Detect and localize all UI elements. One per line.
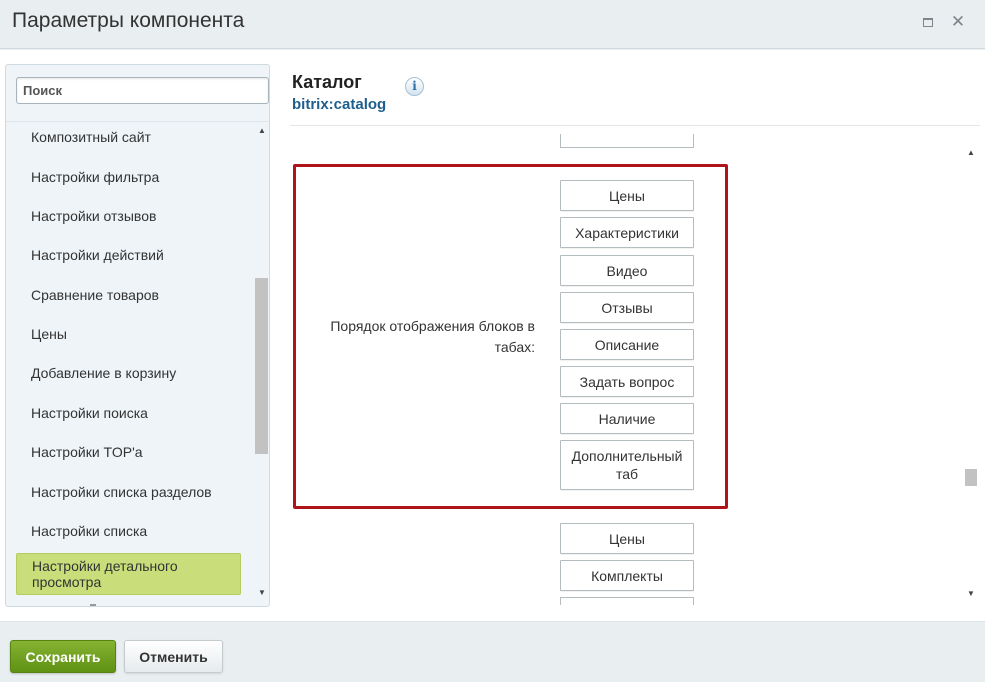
maximize-icon[interactable] bbox=[920, 14, 936, 30]
main-scroll-thumb[interactable] bbox=[965, 469, 977, 486]
tab-block-description[interactable]: Описание bbox=[560, 329, 694, 360]
main-scrollbar[interactable]: ▲ ▼ bbox=[963, 146, 979, 603]
sidebar-item-detail-settings[interactable]: Настройки детального просмотра bbox=[16, 553, 241, 595]
sidebar-item-section-list-settings[interactable]: Настройки списка разделов bbox=[16, 474, 241, 510]
sidebar-item-top-settings[interactable]: Настройки TOP'а bbox=[16, 434, 241, 470]
tab-block-availability[interactable]: Наличие bbox=[560, 403, 694, 434]
cancel-button[interactable]: Отменить bbox=[124, 640, 223, 673]
previous-field-button-peek bbox=[560, 134, 694, 148]
sidebar-item-composite-site[interactable]: Композитный сайт bbox=[16, 122, 241, 155]
dialog-footer: Сохранить Отменить bbox=[0, 621, 985, 682]
scroll-down-icon[interactable]: ▼ bbox=[254, 586, 269, 600]
sidebar-item-search-settings[interactable]: Настройки поиска bbox=[16, 395, 241, 431]
tab-block-ask-question[interactable]: Задать вопрос bbox=[560, 366, 694, 397]
search-input[interactable] bbox=[16, 77, 269, 104]
tab-block-properties[interactable]: Характеристики bbox=[560, 217, 694, 248]
next-block-sets[interactable]: Комплекты bbox=[560, 560, 694, 591]
tab-block-prices[interactable]: Цены bbox=[560, 180, 694, 211]
info-icon[interactable]: i bbox=[405, 77, 424, 96]
tab-order-label: Порядок отображения блоков в табах: bbox=[330, 318, 535, 355]
tab-block-video[interactable]: Видео bbox=[560, 255, 694, 286]
dialog-content: Композитный сайт Настройки фильтра Настр… bbox=[0, 50, 985, 621]
next-field-button-peek bbox=[560, 597, 694, 605]
scroll-up-icon[interactable]: ▲ bbox=[254, 124, 269, 138]
component-title: Каталог bbox=[292, 72, 362, 92]
tab-block-additional[interactable]: Дополнительный таб bbox=[560, 440, 694, 490]
sidebar-item-filter-settings[interactable]: Настройки фильтра bbox=[16, 159, 241, 195]
tab-block-reviews[interactable]: Отзывы bbox=[560, 292, 694, 323]
sidebar-scroll-thumb[interactable] bbox=[255, 278, 268, 454]
next-block-prices[interactable]: Цены bbox=[560, 523, 694, 554]
component-code: bitrix:catalog bbox=[292, 96, 387, 113]
header-divider bbox=[290, 125, 980, 126]
sidebar-menu: Композитный сайт Настройки фильтра Настр… bbox=[6, 122, 254, 606]
dialog-titlebar: Параметры компонента ✕ bbox=[0, 0, 985, 49]
sidebar: Композитный сайт Настройки фильтра Настр… bbox=[5, 64, 270, 607]
sidebar-item-review-settings[interactable]: Настройки отзывов bbox=[16, 198, 241, 234]
sidebar-item-add-to-cart[interactable]: Добавление в корзину bbox=[16, 355, 241, 391]
close-icon[interactable]: ✕ bbox=[950, 13, 966, 30]
sidebar-item-list-settings[interactable]: Настройки списка bbox=[16, 513, 241, 549]
save-button[interactable]: Сохранить bbox=[10, 640, 116, 673]
next-item-peek bbox=[90, 604, 96, 606]
dialog-title: Параметры компонента bbox=[12, 9, 245, 32]
sidebar-item-product-compare[interactable]: Сравнение товаров bbox=[16, 277, 241, 313]
main-scroll-down-icon[interactable]: ▼ bbox=[963, 587, 979, 601]
main-scroll-up-icon[interactable]: ▲ bbox=[963, 146, 979, 160]
sidebar-item-prices[interactable]: Цены bbox=[16, 316, 241, 352]
sidebar-item-action-settings[interactable]: Настройки действий bbox=[16, 237, 241, 273]
sidebar-scrollbar[interactable]: ▲ ▼ bbox=[254, 122, 269, 600]
